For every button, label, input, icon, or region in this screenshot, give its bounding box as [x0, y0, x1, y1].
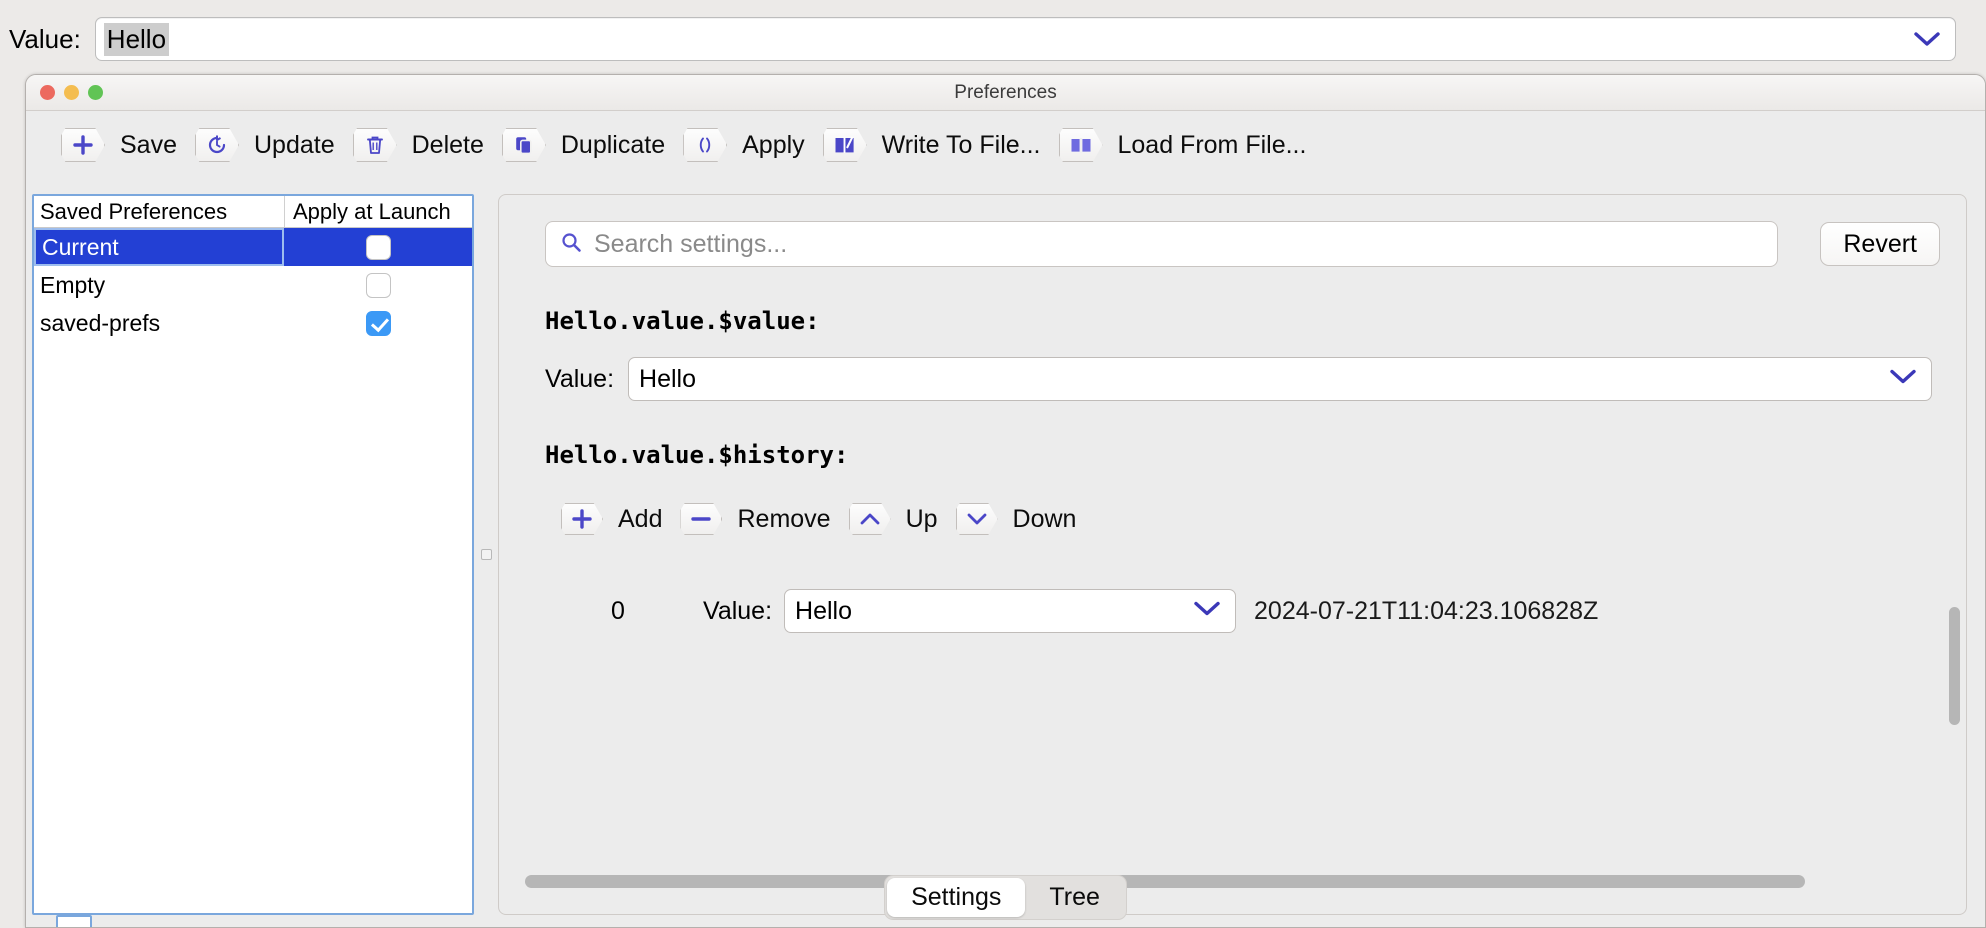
save-button[interactable]: Save: [61, 128, 177, 162]
close-button[interactable]: [40, 85, 55, 100]
revert-button[interactable]: Revert: [1820, 222, 1940, 266]
chevron-down-icon[interactable]: [1889, 368, 1917, 391]
load-from-file-button[interactable]: Load From File...: [1058, 128, 1307, 162]
refresh-clock-icon: [194, 128, 239, 162]
book-write-icon: [822, 128, 867, 162]
remove-button[interactable]: Remove: [680, 503, 831, 535]
value-label: Value:: [545, 364, 615, 393]
down-button-label: Down: [1012, 504, 1077, 533]
chevron-down-icon[interactable]: [1913, 30, 1941, 48]
view-mode-segmented-control[interactable]: Settings Tree: [884, 874, 1127, 920]
copy-icon: [501, 128, 546, 162]
apply-at-launch-checkbox[interactable]: [365, 234, 391, 260]
duplicate-button[interactable]: Duplicate: [501, 128, 666, 162]
apply-at-launch-cell[interactable]: [284, 304, 472, 342]
down-button[interactable]: Down: [955, 503, 1077, 535]
remove-button-label: Remove: [737, 504, 831, 533]
search-input[interactable]: Search settings...: [545, 221, 1779, 267]
tab-settings[interactable]: Settings: [887, 877, 1026, 917]
column-header-saved-preferences[interactable]: Saved Preferences: [34, 196, 284, 227]
delete-button-label: Delete: [411, 130, 484, 159]
main-toolbar: Save Update Delete Duplicate Apply Write…: [26, 111, 1985, 179]
top-value-strip: Value: Hello: [0, 0, 1986, 78]
traffic-lights: [40, 85, 103, 100]
history-value-label: Value:: [703, 596, 773, 625]
history-entry-row: 0 Value: Hello 2024-07-21T11:04:23.10682…: [545, 589, 1940, 633]
splitter-grip-icon[interactable]: [480, 548, 492, 560]
write-to-file-button-label: Write To File...: [881, 130, 1041, 159]
up-button[interactable]: Up: [848, 503, 938, 535]
apply-at-launch-checkbox[interactable]: [365, 310, 391, 336]
table-row[interactable]: saved-prefs: [34, 304, 472, 342]
apply-at-launch-checkbox[interactable]: [365, 272, 391, 298]
apply-at-launch-cell[interactable]: [284, 266, 472, 304]
delete-button[interactable]: Delete: [352, 128, 484, 162]
trash-icon: [352, 128, 397, 162]
settings-vertical-scrollbar[interactable]: [1949, 607, 1960, 725]
table-row[interactable]: Empty: [34, 266, 472, 304]
update-button[interactable]: Update: [194, 128, 335, 162]
tab-tree[interactable]: Tree: [1025, 878, 1123, 917]
saved-preferences-table[interactable]: Saved Preferences Apply at Launch Curren…: [32, 194, 474, 915]
history-value-combobox[interactable]: Hello: [784, 589, 1237, 633]
settings-scroll-area: Hello.value.$value: Value: Hello Hello.v…: [499, 267, 1966, 914]
window-titlebar: Preferences: [26, 75, 1985, 111]
history-value-text: Hello: [795, 596, 853, 625]
column-header-apply-at-launch[interactable]: Apply at Launch: [284, 196, 472, 227]
top-value-combobox[interactable]: Hello: [94, 17, 1956, 61]
chevron-up-icon: [848, 503, 891, 535]
search-placeholder: Search settings...: [594, 229, 788, 258]
setting-key-value: Hello.value.$value:: [545, 307, 820, 335]
plus-icon: [61, 128, 105, 162]
zoom-button[interactable]: [88, 85, 103, 100]
history-toolbar: Add Remove Up Down: [545, 503, 1940, 535]
bottom-left-panel-edge: [56, 915, 92, 927]
setting-key-history: Hello.value.$history:: [545, 441, 849, 469]
top-value-label: Value:: [9, 23, 81, 54]
pref-name: saved-prefs: [40, 309, 161, 336]
add-button-label: Add: [618, 504, 663, 533]
search-row: Search settings... Revert: [499, 195, 1966, 267]
panel-splitter[interactable]: [474, 179, 498, 927]
parentheses-icon: [683, 128, 728, 162]
search-icon: [560, 231, 582, 258]
history-index: 0: [611, 596, 625, 625]
chevron-down-icon[interactable]: [1193, 600, 1221, 623]
preferences-window: Preferences Save Update Delete Duplicate…: [25, 74, 1986, 928]
value-row: Value: Hello: [545, 357, 1940, 401]
apply-at-launch-cell[interactable]: [284, 228, 472, 266]
minimize-button[interactable]: [64, 85, 79, 100]
plus-icon: [561, 503, 603, 535]
bottom-tab-bar: Settings Tree: [26, 867, 1985, 927]
apply-button[interactable]: Apply: [683, 128, 805, 162]
save-button-label: Save: [120, 130, 177, 159]
update-button-label: Update: [253, 130, 335, 159]
apply-button-label: Apply: [742, 130, 805, 159]
value-text: Hello: [639, 364, 697, 393]
table-header: Saved Preferences Apply at Launch: [34, 196, 472, 228]
value-combobox[interactable]: Hello: [628, 357, 1932, 401]
write-to-file-button[interactable]: Write To File...: [822, 128, 1041, 162]
pref-name: Empty: [40, 271, 106, 298]
history-timestamp: 2024-07-21T11:04:23.106828Z: [1254, 596, 1599, 625]
window-title: Preferences: [954, 81, 1057, 103]
top-value-text: Hello: [103, 22, 170, 56]
add-button[interactable]: Add: [561, 503, 662, 535]
book-open-icon: [1058, 128, 1103, 162]
pref-name: Current: [34, 228, 284, 266]
minus-icon: [680, 503, 723, 535]
settings-panel: Search settings... Revert Hello.value.$v…: [498, 194, 1967, 915]
table-row[interactable]: Current: [34, 228, 472, 266]
load-from-file-button-label: Load From File...: [1117, 130, 1307, 159]
window-body: Saved Preferences Apply at Launch Curren…: [26, 179, 1985, 927]
up-button-label: Up: [905, 504, 938, 533]
chevron-down-icon: [955, 503, 998, 535]
duplicate-button-label: Duplicate: [560, 130, 666, 159]
